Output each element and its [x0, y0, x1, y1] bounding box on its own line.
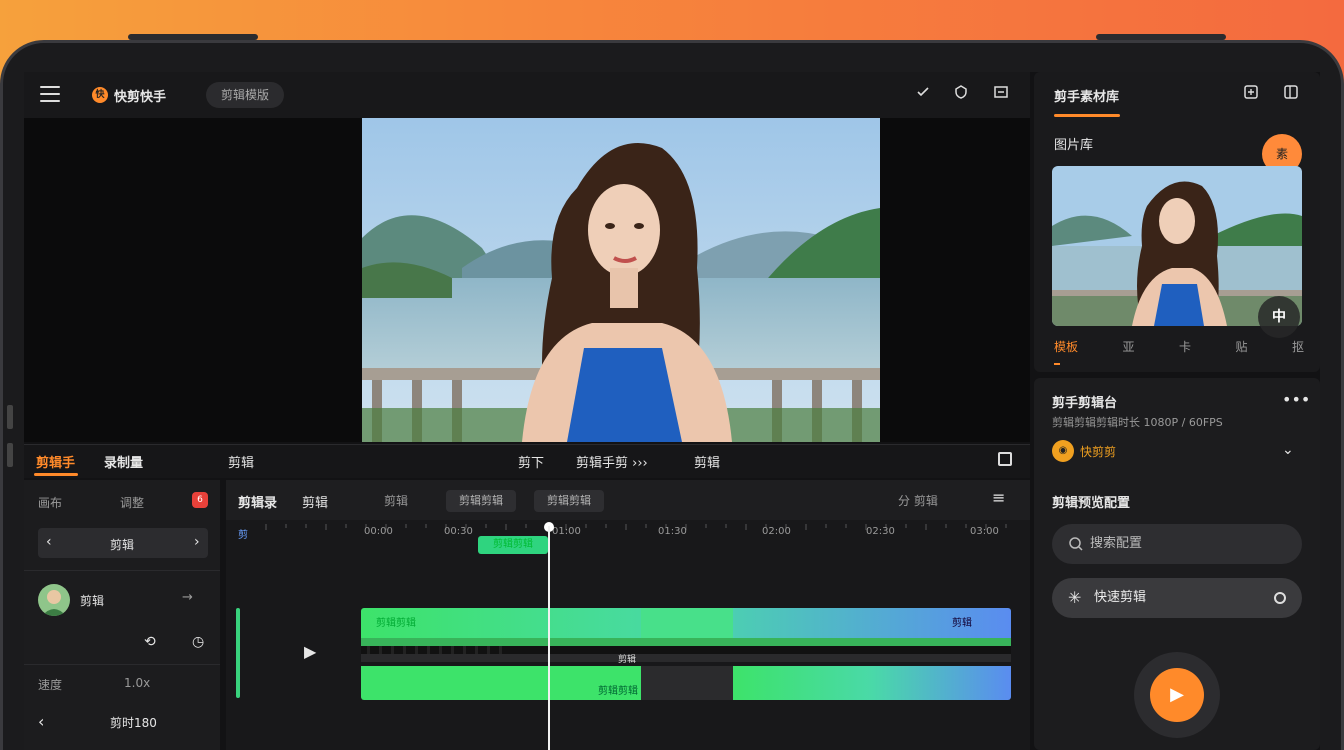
asset-panel-title: 剪手素材库 — [1054, 90, 1120, 105]
tool-subtitle[interactable]: 亚 — [1122, 338, 1134, 360]
tick-label: 01:00 — [552, 526, 581, 537]
timeline-title: 剪辑录 — [238, 496, 278, 511]
image-library-label: 图片库 — [1054, 138, 1094, 153]
timeline-subtitle: 剪辑 — [302, 496, 329, 511]
tick-label: 03:00 — [970, 526, 999, 537]
timeline-sub2: 剪辑 — [384, 494, 409, 508]
play-icon[interactable]: ▶ — [304, 642, 316, 661]
overlay-badge[interactable]: 中 — [1258, 296, 1300, 338]
export-icon[interactable] — [990, 84, 1012, 106]
spark-icon: ✳ — [1068, 588, 1082, 607]
tick-label: 01:30 — [658, 526, 687, 537]
duration-label: 剪时180 — [110, 716, 157, 730]
playhead[interactable] — [548, 526, 550, 750]
more-icon[interactable]: ••• — [1282, 390, 1310, 409]
tool-template[interactable]: 模板 — [1054, 338, 1078, 360]
track-marker — [236, 608, 240, 698]
tick-label: 00:00 — [364, 526, 393, 537]
preview-video[interactable] — [362, 118, 880, 442]
tab-indicator-bottom — [34, 473, 78, 476]
track-mid-label: 剪辑 — [618, 655, 637, 665]
mode-pill[interactable]: 剪辑模版 — [206, 82, 284, 108]
search-icon — [1068, 536, 1084, 552]
search-input[interactable]: 搜索配置 — [1052, 524, 1302, 564]
clip-marker[interactable]: 剪辑剪辑 — [478, 536, 548, 554]
app-name: 快剪快手 — [114, 90, 167, 105]
quick-edit-toggle[interactable]: 快速剪辑 — [1052, 578, 1302, 618]
save-icon[interactable] — [1240, 84, 1262, 106]
undo-icon[interactable]: ⟲ — [144, 634, 156, 650]
divider — [24, 570, 220, 571]
tick-label: 02:00 — [762, 526, 791, 537]
clock-icon[interactable]: ◷ — [192, 634, 204, 650]
divider — [24, 664, 220, 665]
tab-indicator — [1054, 114, 1120, 117]
tick-label: 02:30 — [866, 526, 895, 537]
split-label[interactable]: 分 剪辑 — [898, 492, 938, 509]
user-name: 剪辑 — [80, 594, 105, 608]
shield-icon[interactable] — [950, 84, 972, 106]
tool-sticker[interactable]: 贴 — [1235, 338, 1247, 360]
check-icon[interactable] — [912, 84, 934, 106]
tool-active-indicator — [1054, 363, 1060, 365]
timeline-button-2[interactable]: 剪辑剪辑 — [534, 490, 604, 512]
app-screen: 快 快剪快手 剪辑模版 剪手素材库 图片库 素 中 模板 亚 卡 贴 抠 剪手剪… — [24, 72, 1320, 750]
time-ruler[interactable] — [226, 522, 1030, 542]
tool-cut[interactable]: 剪下 — [518, 452, 544, 471]
menu-icon[interactable] — [40, 86, 60, 102]
fullscreen-icon[interactable] — [998, 452, 1012, 466]
video-track[interactable] — [361, 608, 1011, 700]
tab-record[interactable]: 录制量 — [104, 452, 143, 471]
timeline-button-1[interactable]: 剪辑剪辑 — [446, 490, 516, 512]
track-label-right: 剪辑 — [952, 618, 972, 629]
settings-title: 剪手剪辑台 — [1052, 396, 1118, 411]
logo-icon: 快 — [92, 87, 108, 103]
volume-button — [7, 405, 13, 429]
settings-subtitle: 剪辑剪辑剪辑时长 1080P / 60FPS — [1052, 416, 1223, 429]
asset-tool-row: 模板 亚 卡 贴 抠 — [1054, 338, 1304, 360]
chevron-left-icon[interactable]: ‹ — [46, 534, 52, 550]
back-icon[interactable]: ‹ — [38, 712, 44, 731]
tool-cutout[interactable]: 抠 — [1292, 338, 1304, 360]
speed-label: 速度 — [38, 678, 63, 692]
avatar[interactable] — [38, 584, 70, 616]
segment-label: 剪辑 — [110, 538, 135, 552]
layout-icon[interactable] — [1280, 84, 1302, 106]
speed-value[interactable]: 1.0x — [124, 676, 150, 690]
tick-label: 00:30 — [444, 526, 473, 537]
chevron-down-icon[interactable]: ⌄ — [1282, 442, 1294, 458]
ruler-label: 剪 — [238, 530, 248, 541]
tool-edit-hand[interactable]: 剪辑手剪 ››› — [576, 452, 648, 471]
audio-label: 剪辑剪辑 — [598, 686, 638, 697]
preset-dropdown[interactable]: 快剪剪 — [1080, 443, 1116, 460]
tool-card[interactable]: 卡 — [1179, 338, 1191, 360]
track-label-left: 剪辑剪辑 — [376, 618, 416, 629]
menu-icon[interactable]: ≡ — [992, 488, 1005, 507]
notification-badge: 6 — [192, 492, 208, 508]
tab-clip[interactable]: 剪辑 — [228, 452, 254, 471]
chevron-right-icon[interactable]: › — [194, 534, 200, 550]
toggle-indicator[interactable] — [1274, 592, 1286, 604]
arrow-right-icon[interactable]: → — [182, 590, 193, 605]
top-bar — [24, 72, 1030, 118]
tab-edit[interactable]: 剪辑手 — [36, 452, 75, 471]
canvas-label: 画布 — [38, 496, 63, 510]
preset-icon: ◉ — [1052, 440, 1074, 462]
tool-clip[interactable]: 剪辑 — [694, 452, 720, 471]
adjust-label[interactable]: 调整 — [120, 494, 144, 511]
play-button[interactable]: ▶ — [1150, 668, 1204, 722]
power-button — [7, 443, 13, 467]
config-section-title: 剪辑预览配置 — [1052, 496, 1131, 511]
